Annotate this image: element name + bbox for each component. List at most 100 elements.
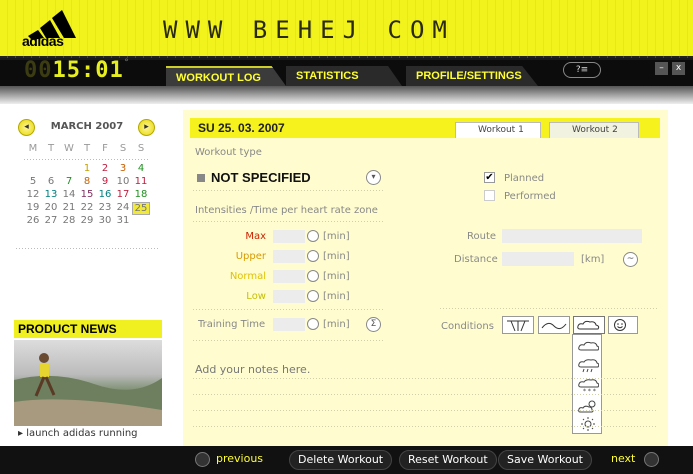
calendar-day[interactable]: 2 (96, 163, 114, 176)
clock-icon[interactable] (307, 290, 319, 302)
calendar-day[interactable]: 10 (114, 176, 132, 189)
workout-type-dropdown-button[interactable]: ▾ (366, 170, 381, 185)
calendar-day[interactable]: 5 (24, 176, 42, 189)
reset-workout-button[interactable]: Reset Workout (399, 450, 497, 470)
calendar-day[interactable]: 1 (78, 163, 96, 176)
workout-type-value[interactable]: NOT SPECIFIED (211, 170, 311, 185)
snow-option-icon[interactable]: * * * (577, 379, 599, 393)
surface-dropdown[interactable] (538, 316, 570, 334)
calendar-divider (24, 159, 150, 160)
calendar-day[interactable]: 19 (24, 202, 42, 215)
distance-input[interactable] (502, 252, 574, 266)
help-menu-button[interactable]: ?≡ (563, 62, 601, 78)
mood-dropdown[interactable] (608, 316, 638, 334)
save-workout-button[interactable]: Save Workout (498, 450, 592, 470)
cloudy-option-icon[interactable] (577, 339, 599, 353)
checkmark-icon: ✔ (485, 172, 494, 183)
calendar-day[interactable]: 7 (60, 176, 78, 189)
hills-icon (541, 322, 567, 330)
workout-type-label: Workout type (195, 147, 262, 158)
sidebar-divider (16, 248, 158, 249)
tab-workout-1[interactable]: Workout 1 (455, 122, 541, 138)
product-news-image[interactable] (14, 340, 162, 426)
tab-profile-settings[interactable]: PROFILE/SETTINGS (406, 66, 538, 86)
rain-option-icon[interactable] (577, 359, 599, 373)
calendar-day[interactable]: 13 (42, 189, 60, 202)
next-link[interactable]: next (611, 452, 635, 465)
calendar-day[interactable]: 26 (24, 215, 42, 228)
calendar-day[interactable]: 21 (60, 202, 78, 215)
previous-link[interactable]: previous (216, 452, 263, 465)
planned-checkbox[interactable]: ✔ (484, 172, 495, 183)
header-shadow (0, 86, 693, 104)
calendar-day[interactable]: 20 (42, 202, 60, 215)
minimize-button[interactable]: – (655, 62, 668, 75)
divider (193, 221, 383, 222)
delete-workout-button[interactable]: Delete Workout (289, 450, 393, 470)
calendar-day[interactable]: 29 (78, 215, 96, 228)
calendar-day[interactable]: 17 (114, 189, 132, 202)
previous-button-icon[interactable] (195, 452, 210, 467)
calendar-day[interactable] (60, 163, 78, 176)
next-month-button[interactable]: ▸ (138, 119, 155, 136)
calendar-day[interactable]: 31 (114, 215, 132, 228)
calendar-day[interactable]: 3 (114, 163, 132, 176)
calendar-day[interactable]: 27 (42, 215, 60, 228)
weekday-label: T (83, 143, 91, 154)
clock-icon[interactable] (307, 230, 319, 242)
planned-label: Planned (504, 173, 545, 184)
calendar-day[interactable]: 11 (132, 176, 150, 189)
training-time-input[interactable] (273, 318, 305, 331)
tab-workout-2[interactable]: Workout 2 (549, 122, 639, 138)
clock-icon[interactable] (307, 270, 319, 282)
calendar-day[interactable] (24, 163, 42, 176)
calendar-day-selected[interactable]: 25 (132, 202, 150, 215)
distance-tool-button[interactable]: ~ (623, 252, 638, 267)
calendar-day[interactable]: 30 (96, 215, 114, 228)
calendar-day[interactable]: 22 (78, 202, 96, 215)
calendar-day[interactable]: 16 (96, 189, 114, 202)
calendar-day[interactable]: 15 (78, 189, 96, 202)
calendar-day[interactable]: 8 (78, 176, 96, 189)
clock-icon[interactable] (307, 318, 319, 330)
unit-label: [km] (581, 254, 605, 265)
calendar-day[interactable]: 12 (24, 189, 42, 202)
zone-time-input[interactable] (273, 290, 305, 303)
wave-icon: ~ (626, 254, 635, 264)
sunny-option-icon[interactable] (577, 417, 599, 431)
tab-label: WORKOUT LOG (176, 72, 261, 84)
next-button-icon[interactable] (644, 452, 659, 467)
divider (193, 190, 383, 191)
calendar-day[interactable]: 6 (42, 176, 60, 189)
calendar-day[interactable]: 24 (114, 202, 132, 215)
tab-statistics[interactable]: STATISTICS (286, 66, 402, 86)
notes-textarea[interactable]: Add your notes here. (195, 363, 310, 376)
route-input[interactable] (502, 229, 642, 243)
zone-time-input[interactable] (273, 230, 305, 243)
heart-rate-zones-label: Intensities /Time per heart rate zone (195, 205, 378, 216)
weather-dropdown[interactable] (573, 316, 605, 334)
zone-time-input[interactable] (273, 270, 305, 283)
calendar-day[interactable] (132, 215, 150, 228)
calendar-day[interactable]: 28 (60, 215, 78, 228)
calendar-day[interactable]: 9 (96, 176, 114, 189)
tab-workout-log[interactable]: WORKOUT LOG (166, 66, 286, 86)
performed-checkbox[interactable] (484, 190, 495, 201)
unit-label: [min] (323, 291, 350, 302)
close-button[interactable]: x (672, 62, 685, 75)
clock-icon[interactable] (307, 250, 319, 262)
calendar-day[interactable] (42, 163, 60, 176)
calendar-day[interactable]: 18 (132, 189, 150, 202)
prev-month-button[interactable]: ◂ (18, 119, 35, 136)
product-news-link[interactable]: ▸ launch adidas running (18, 428, 138, 439)
sigma-icon: Σ (370, 319, 377, 329)
zone-time-input[interactable] (273, 250, 305, 263)
brand-name: adidas (22, 33, 64, 49)
calendar-day[interactable]: 23 (96, 202, 114, 215)
sum-button[interactable]: Σ (366, 317, 381, 332)
calendar-day[interactable]: 14 (60, 189, 78, 202)
calendar-week-row: 12 13 14 15 16 17 18 (24, 189, 150, 202)
zone-label: Max (245, 231, 266, 242)
terrain-dropdown[interactable] (502, 316, 534, 334)
calendar-day[interactable]: 4 (132, 163, 150, 176)
